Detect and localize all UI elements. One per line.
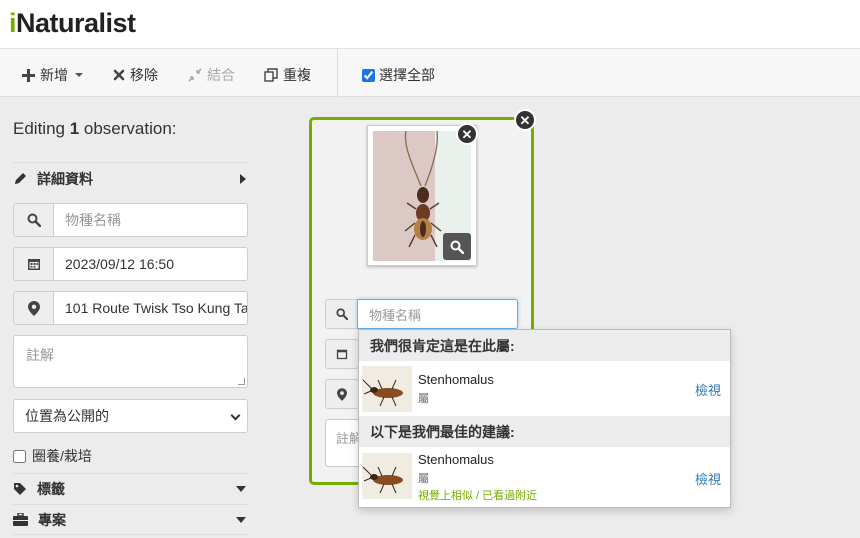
plus-icon [22, 68, 35, 82]
card-calendar-addon [325, 339, 359, 369]
calendar-icon [27, 259, 40, 270]
select-all-checkbox[interactable] [362, 68, 375, 82]
card-search-addon [325, 299, 359, 329]
top-header: iNaturalist [0, 0, 860, 48]
view-taxon-link[interactable]: 檢視 [695, 469, 721, 488]
taxon-suggestion-dropdown: 我們很肯定這是在此屬: Stenhomalus 屬 檢視 以下是我們最佳的建議:… [358, 329, 731, 508]
copy-icon [264, 68, 278, 82]
duplicate-button[interactable]: 重複 [264, 65, 311, 85]
suggestion-name: Stenhomalus [418, 452, 494, 467]
tags-section-label: 標籤 [37, 481, 65, 497]
suggestion-reason: 視覺上相似 / 已看過附近 [418, 490, 538, 502]
editing-suffix: observation: [79, 119, 177, 138]
add-button[interactable]: 新增 [22, 65, 83, 85]
confident-header: 我們很肯定這是在此屬: [359, 330, 730, 361]
location-input[interactable]: 101 Route Twisk Tso Kung Tam [13, 291, 248, 325]
captive-toggle[interactable]: 圈養/栽培 [13, 446, 92, 466]
chevron-down-icon [230, 410, 241, 421]
magnifier-icon [450, 240, 464, 254]
species-name-placeholder: 物種名稱 [65, 212, 121, 228]
card-taxon-input[interactable]: 物種名稱 [357, 299, 518, 329]
details-section-toggle[interactable]: 詳細資料 [13, 162, 248, 194]
add-button-label: 新增 [40, 67, 68, 83]
suggestion-thumbnail [362, 453, 412, 499]
caret-down-icon [236, 486, 246, 492]
location-addon [14, 292, 54, 324]
suggestions-header: 以下是我們最佳的建議: [359, 416, 730, 447]
pencil-icon [15, 172, 26, 184]
projects-section-toggle[interactable]: 專案 [13, 504, 248, 535]
resize-grip-icon[interactable] [238, 378, 245, 385]
species-name-input[interactable]: 物種名稱 [13, 203, 248, 237]
photo-zoom-button[interactable] [443, 233, 471, 260]
captive-label: 圈養/栽培 [32, 448, 92, 464]
caret-right-icon [240, 173, 246, 184]
notes-textarea[interactable]: 註解 [13, 335, 248, 388]
calendar-addon [14, 248, 54, 280]
combine-button-label: 結合 [207, 67, 235, 83]
calendar-icon [336, 349, 348, 360]
editing-title: Editing 1 observation: [13, 119, 177, 139]
select-all-label: 選擇全部 [379, 67, 435, 83]
map-marker-icon [27, 300, 40, 316]
remove-observation-icon[interactable]: ✕ [514, 109, 536, 131]
search-addon [14, 204, 54, 236]
select-all-toggle[interactable]: 選擇全部 [362, 65, 435, 85]
suggestion-thumbnail [362, 366, 412, 412]
projects-section-label: 專案 [38, 511, 66, 528]
toolbar-divider [337, 49, 338, 98]
map-marker-icon [337, 387, 347, 401]
remove-photo-icon[interactable]: ✕ [456, 123, 478, 145]
date-value: 2023/09/12 16:50 [65, 256, 174, 272]
search-icon [336, 308, 348, 320]
view-taxon-link[interactable]: 檢視 [695, 380, 721, 399]
geoprivacy-select[interactable]: 位置為公開的 [13, 399, 248, 433]
details-section-label: 詳細資料 [37, 170, 93, 187]
suggestion-item[interactable]: Stenhomalus 屬 檢視 [359, 361, 730, 416]
geoprivacy-value: 位置為公開的 [25, 408, 109, 424]
suggestion-rank: 屬 [418, 393, 429, 405]
date-input[interactable]: 2023/09/12 16:50 [13, 247, 248, 281]
logo-text: Naturalist [16, 8, 136, 38]
beetle-thumbnail [362, 366, 412, 412]
editing-prefix: Editing [13, 119, 70, 138]
combine-button[interactable]: 結合 [188, 65, 235, 85]
card-location-addon [325, 379, 359, 409]
card-taxon-placeholder: 物種名稱 [369, 307, 422, 323]
compress-icon [188, 68, 202, 82]
duplicate-button-label: 重複 [283, 67, 311, 83]
notes-placeholder: 註解 [26, 347, 54, 363]
tags-section-toggle[interactable]: 標籤 [13, 473, 248, 504]
caret-down-icon [75, 73, 83, 77]
suggestion-item[interactable]: Stenhomalus 屬 視覺上相似 / 已看過附近 檢視 [359, 447, 730, 507]
remove-button-label: 移除 [130, 67, 158, 83]
caret-down-icon [236, 516, 246, 523]
editing-count: 1 [69, 119, 80, 138]
remove-button[interactable]: 移除 [113, 65, 158, 85]
x-icon [113, 69, 125, 81]
upload-toolbar: 新增 移除 結合 重複 選擇全部 [0, 48, 860, 98]
suggestion-name: Stenhomalus [418, 372, 494, 387]
briefcase-icon [13, 513, 28, 526]
beetle-thumbnail [362, 453, 412, 499]
search-icon [27, 213, 41, 227]
suggestion-rank: 屬 [418, 473, 429, 485]
logo-i: i [9, 8, 17, 38]
inaturalist-logo[interactable]: iNaturalist [9, 8, 136, 39]
location-value: 101 Route Twisk Tso Kung Tam [65, 300, 247, 316]
captive-checkbox[interactable] [13, 449, 26, 463]
tag-icon [14, 483, 26, 495]
